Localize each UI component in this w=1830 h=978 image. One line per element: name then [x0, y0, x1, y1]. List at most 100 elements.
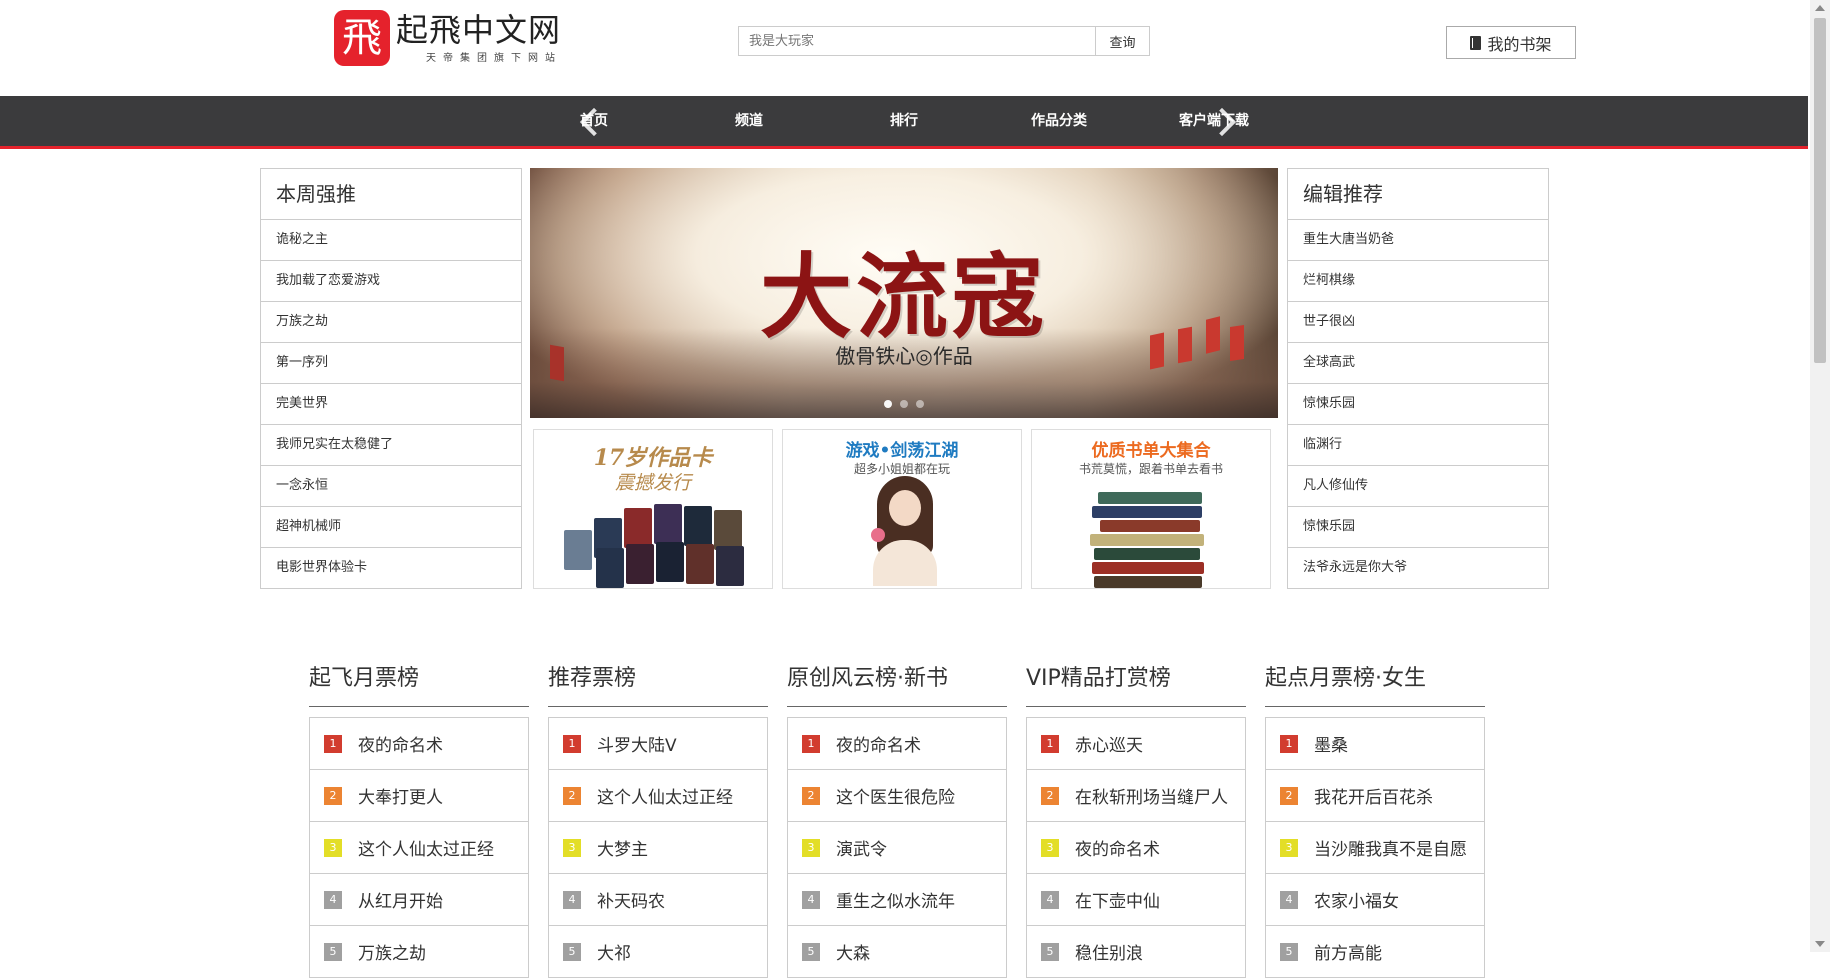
search-button[interactable]: 查询: [1096, 26, 1150, 56]
carousel-dots: [530, 400, 1278, 408]
ranking-item[interactable]: 3 大梦主: [549, 822, 767, 874]
ranking-title: 起飞月票榜: [309, 660, 529, 707]
weekly-item[interactable]: 完美世界: [261, 384, 521, 425]
carousel-dot[interactable]: [916, 400, 924, 408]
logo-title: 起飛中文网: [396, 10, 562, 49]
ranking-item[interactable]: 5 稳住别浪: [1027, 926, 1245, 978]
ranking-item[interactable]: 5 前方高能: [1266, 926, 1484, 978]
ranking-recommend-ticket: 推荐票榜 1 斗罗大陆V 2 这个人仙太过正经 3 大梦主 4 补天码农 5 大祁: [548, 660, 768, 978]
editor-item[interactable]: 法爷永远是你大爷: [1288, 548, 1548, 588]
ranking-item[interactable]: 1 赤心巡天: [1027, 718, 1245, 770]
ranking-title: 原创风云榜·新书: [787, 660, 1007, 707]
search-input[interactable]: [738, 26, 1096, 56]
ranking-item[interactable]: 4 从红月开始: [310, 874, 528, 926]
book-cover-image: [564, 530, 592, 570]
game-character-image: [869, 476, 941, 586]
ranking-item[interactable]: 5 大祁: [549, 926, 767, 978]
weekly-item[interactable]: 我师兄实在太稳健了: [261, 425, 521, 466]
ranking-title: 起点月票榜·女生: [1265, 660, 1485, 707]
weekly-item[interactable]: 超神机械师: [261, 507, 521, 548]
ranking-item[interactable]: 3 夜的命名术: [1027, 822, 1245, 874]
ranking-monthly-ticket: 起飞月票榜 1 夜的命名术 2 大奉打更人 3 这个人仙太过正经 4 从红月开始 5 万族…: [309, 660, 529, 978]
ranking-item[interactable]: 3 这个人仙太过正经: [310, 822, 528, 874]
promo-card-game[interactable]: 游戏•剑荡江湖 超多小姐姐都在玩: [782, 429, 1022, 589]
book-icon: [1470, 35, 1482, 50]
card-title: 优质书单大集合: [1091, 441, 1211, 461]
editor-item[interactable]: 重生大唐当奶爸: [1288, 220, 1548, 261]
book-cover-image: [654, 504, 682, 544]
my-bookshelf-button[interactable]: 我的书架: [1446, 26, 1576, 59]
nav-item-channel[interactable]: 频道: [699, 96, 799, 146]
rank-number: 2: [1041, 786, 1059, 805]
scroll-down-icon[interactable]: [1815, 941, 1825, 947]
editor-item[interactable]: 惊悚乐园: [1288, 384, 1548, 425]
book-cover-image: [596, 548, 624, 588]
ranking-item[interactable]: 1 夜的命名术: [310, 718, 528, 770]
editor-item[interactable]: 全球高武: [1288, 343, 1548, 384]
search-bar: 查询: [738, 26, 1150, 56]
editor-item[interactable]: 世子很凶: [1288, 302, 1548, 343]
ranking-item[interactable]: 4 在下壶中仙: [1027, 874, 1245, 926]
weekly-item[interactable]: 一念永恒: [261, 466, 521, 507]
weekly-item[interactable]: 我加载了恋爱游戏: [261, 261, 521, 302]
ranking-item[interactable]: 4 补天码农: [549, 874, 767, 926]
book-cover-image: [714, 510, 742, 550]
rank-number: 3: [324, 838, 342, 857]
book-cover-image: [624, 508, 652, 548]
ranking-item[interactable]: 5 万族之劫: [310, 926, 528, 978]
main-nav: 首页 频道 排行 作品分类 客户端下载: [0, 96, 1808, 149]
card-subtitle: 震撼发行: [614, 472, 691, 494]
ranking-item[interactable]: 4 农家小福女: [1266, 874, 1484, 926]
banner-carousel[interactable]: 大流寇 傲骨铁心◎作品: [530, 168, 1278, 418]
ranking-item[interactable]: 2 这个人仙太过正经: [549, 770, 767, 822]
ranking-item[interactable]: 3 当沙雕我真不是自愿: [1266, 822, 1484, 874]
ranking-item[interactable]: 2 大奉打更人: [310, 770, 528, 822]
ranking-item[interactable]: 1 夜的命名术: [788, 718, 1006, 770]
editor-recommend-title: 编辑推荐: [1288, 169, 1548, 220]
banner-author: 傲骨铁心◎作品: [835, 344, 973, 368]
weekly-item[interactable]: 第一序列: [261, 343, 521, 384]
scrollbar-thumb[interactable]: [1814, 18, 1826, 363]
ranking-item[interactable]: 1 斗罗大陆V: [549, 718, 767, 770]
promo-card-booklist[interactable]: 优质书单大集合 书荒莫慌，跟着书单去看书: [1031, 429, 1271, 589]
ranking-title: 推荐票榜: [548, 660, 768, 707]
rank-number: 4: [1041, 890, 1059, 909]
editor-item[interactable]: 凡人修仙传: [1288, 466, 1548, 507]
editor-item[interactable]: 惊悚乐园: [1288, 507, 1548, 548]
ranking-item[interactable]: 2 这个医生很危险: [788, 770, 1006, 822]
card-title: 游戏•剑荡江湖: [845, 441, 959, 461]
editor-item[interactable]: 烂柯棋缘: [1288, 261, 1548, 302]
ranking-item[interactable]: 3 演武令: [788, 822, 1006, 874]
carousel-dot[interactable]: [884, 400, 892, 408]
ranking-item[interactable]: 1 墨桑: [1266, 718, 1484, 770]
ranking-item[interactable]: 5 大森: [788, 926, 1006, 978]
weekly-item[interactable]: 诡秘之主: [261, 220, 521, 261]
ranking-item[interactable]: 2 我花开后百花杀: [1266, 770, 1484, 822]
ranking-item[interactable]: 4 重生之似水流年: [788, 874, 1006, 926]
page-scrollbar[interactable]: [1810, 0, 1830, 952]
nav-item-ranking[interactable]: 排行: [854, 96, 954, 146]
weekly-recommend-title: 本周强推: [261, 169, 521, 220]
promo-card-works[interactable]: 17岁作品卡 震撼发行: [533, 429, 773, 589]
rank-number: 4: [802, 890, 820, 909]
rank-number: 1: [1280, 734, 1298, 753]
ranking-item[interactable]: 2 在秋斩刑场当缝尸人: [1027, 770, 1245, 822]
rank-number: 2: [563, 786, 581, 805]
nav-item-categories[interactable]: 作品分类: [1009, 96, 1109, 146]
site-logo[interactable]: 飛 起飛中文网 天帝集团旗下网站: [334, 10, 562, 66]
ranking-vip-reward: VIP精品打赏榜 1 赤心巡天 2 在秋斩刑场当缝尸人 3 夜的命名术 4 在下壶中仙 …: [1026, 660, 1246, 978]
rank-number: 2: [802, 786, 820, 805]
rank-number: 1: [324, 734, 342, 753]
card-subtitle: 超多小姐姐都在玩: [853, 462, 950, 476]
weekly-recommend-box: 本周强推 诡秘之主 我加载了恋爱游戏 万族之劫 第一序列 完美世界 我师兄实在太…: [260, 168, 522, 589]
carousel-dot[interactable]: [900, 400, 908, 408]
rank-number: 3: [1280, 838, 1298, 857]
rank-number: 4: [563, 890, 581, 909]
scroll-up-icon[interactable]: [1815, 5, 1825, 11]
rank-number: 3: [802, 838, 820, 857]
rank-number: 3: [1041, 838, 1059, 857]
weekly-item[interactable]: 电影世界体验卡: [261, 548, 521, 588]
book-cover-image: [656, 542, 684, 582]
editor-item[interactable]: 临渊行: [1288, 425, 1548, 466]
weekly-item[interactable]: 万族之劫: [261, 302, 521, 343]
